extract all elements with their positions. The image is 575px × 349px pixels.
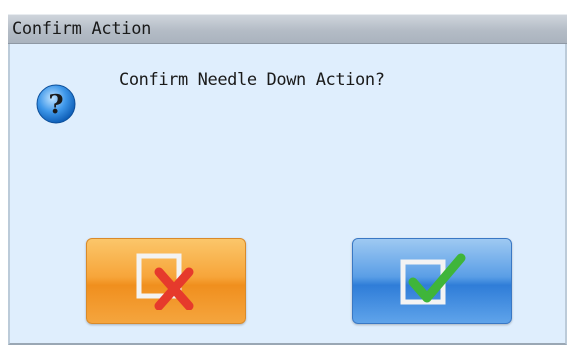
cancel-x-icon: [136, 253, 194, 310]
confirm-dialog: Confirm Action ? Confirm Needle Down Act…: [0, 0, 575, 349]
dialog-message: Confirm Needle Down Action?: [119, 70, 385, 90]
svg-text:?: ?: [48, 90, 63, 120]
dialog-titlebar[interactable]: Confirm Action: [8, 14, 567, 44]
question-icon: ?: [36, 84, 76, 124]
check-icon: [400, 253, 466, 305]
ok-button[interactable]: [352, 238, 512, 324]
dialog-title: Confirm Action: [12, 19, 152, 39]
cancel-button[interactable]: [86, 238, 246, 324]
